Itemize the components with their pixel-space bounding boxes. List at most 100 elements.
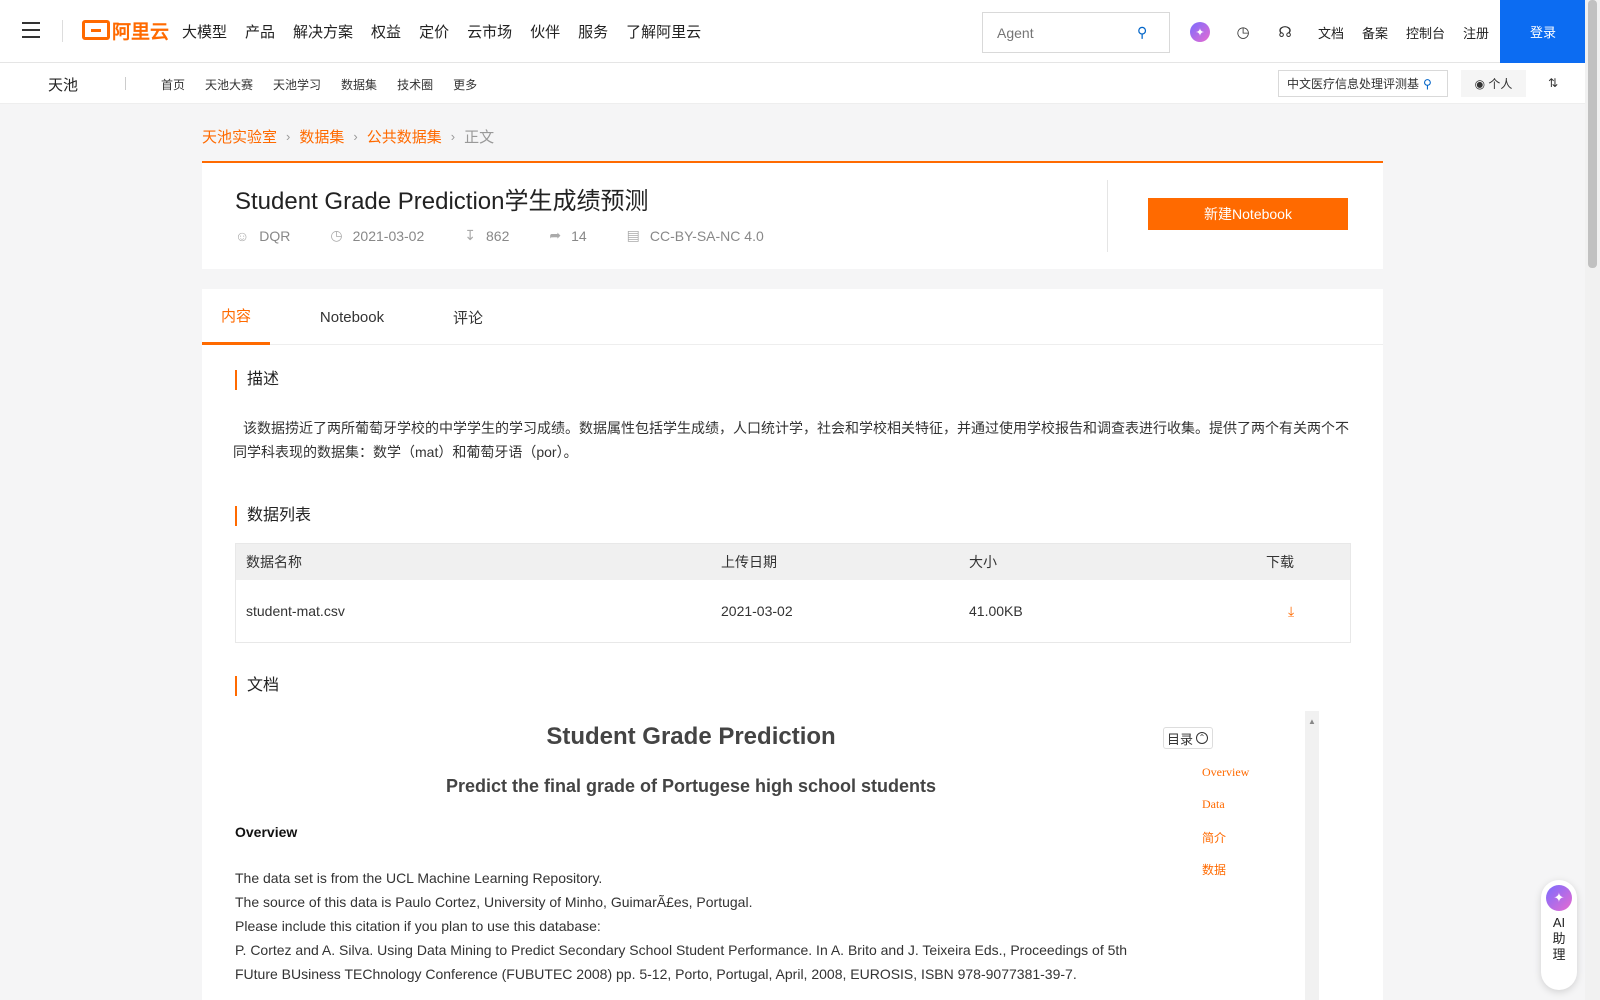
sub-link-tech-circle[interactable]: 技术圈 bbox=[397, 76, 433, 93]
sub-search-box: ⚲ bbox=[1278, 70, 1448, 97]
agent-search-input[interactable] bbox=[997, 24, 1137, 41]
ai-star-icon[interactable]: ✦ bbox=[1190, 22, 1210, 42]
table-header: 数据名称 上传日期 大小 下载 bbox=[236, 544, 1350, 580]
sub-link-learning[interactable]: 天池学习 bbox=[273, 76, 321, 93]
menu-item-about[interactable]: 了解阿里云 bbox=[626, 21, 701, 42]
doc-line: The source of this data is Paulo Cortez,… bbox=[235, 894, 753, 910]
share-count: 14 bbox=[571, 227, 587, 244]
toc-item-overview[interactable]: Overview bbox=[1202, 765, 1249, 797]
breadcrumb-public-datasets[interactable]: 公共数据集 bbox=[367, 126, 442, 147]
toc-item-intro[interactable]: 简介 bbox=[1202, 829, 1249, 861]
sub-link-datasets[interactable]: 数据集 bbox=[341, 76, 377, 93]
tab-content[interactable]: 内容 bbox=[202, 289, 270, 345]
toc-toggle-button[interactable]: 目录 ⌃ bbox=[1163, 727, 1214, 749]
ai-bot-icon: ✦ bbox=[1546, 885, 1572, 911]
col-header-size: 大小 bbox=[969, 554, 997, 570]
clock-icon: ◷ bbox=[330, 227, 343, 243]
doc-line: The data set is from the UCL Machine Lea… bbox=[235, 870, 603, 886]
sub-search-input[interactable] bbox=[1287, 76, 1419, 91]
divider bbox=[62, 20, 63, 42]
sub-link-more[interactable]: 更多 bbox=[453, 76, 477, 93]
file-name: student-mat.csv bbox=[246, 603, 345, 619]
doc-line: Please include this citation if you plan… bbox=[235, 918, 601, 934]
docs-link[interactable]: 文档 bbox=[1318, 23, 1344, 42]
tab-comments[interactable]: 评论 bbox=[434, 289, 502, 345]
author: DQR bbox=[259, 227, 291, 244]
sub-link-competitions[interactable]: 天池大赛 bbox=[205, 76, 253, 93]
menu-item-solutions[interactable]: 解决方案 bbox=[293, 21, 353, 42]
main-menu: 大模型 产品 解决方案 权益 定价 云市场 伙伴 服务 了解阿里云 bbox=[182, 21, 719, 42]
breadcrumb-datasets[interactable]: 数据集 bbox=[299, 126, 344, 147]
user-icon: ☺ bbox=[235, 227, 250, 244]
document-scrollbar[interactable]: ▲ bbox=[1305, 711, 1319, 1000]
sub-links: 首页 天池大赛 天池学习 数据集 技术圈 更多 bbox=[161, 76, 497, 93]
sub-navbar: 天池 首页 天池大赛 天池学习 数据集 技术圈 更多 ⚲ ◉ 个人 ⇅ bbox=[0, 63, 1585, 104]
dataset-meta: ☺ DQR ◷ 2021-03-02 ↧ 862 ➦ 14 ▤ CC-BY-SA-NC 4… bbox=[235, 227, 804, 244]
ai-assistant-button[interactable]: ✦ AI助理 bbox=[1541, 880, 1577, 990]
menu-item-pricing[interactable]: 定价 bbox=[419, 21, 449, 42]
logo-mark-icon bbox=[82, 20, 110, 40]
page-title: Student Grade Prediction学生成绩预测 bbox=[235, 188, 649, 215]
scrollbar-thumb[interactable] bbox=[1588, 0, 1597, 268]
console-link[interactable]: 控制台 bbox=[1406, 23, 1445, 42]
divider bbox=[125, 77, 126, 90]
doc-line: FUture BUsiness TEChnology Conference (F… bbox=[235, 966, 1077, 982]
main-content: 描述 该数据捞近了两所葡萄牙学校的中学学生的学习成绩。数据属性包括学生成绩，人口… bbox=[202, 345, 1383, 1000]
col-header-date: 上传日期 bbox=[721, 554, 777, 570]
section-title-data-list: 数据列表 bbox=[235, 506, 311, 526]
download-count: 862 bbox=[486, 227, 510, 244]
breadcrumb: 天池实验室 › 数据集 › 公共数据集 › 正文 bbox=[202, 126, 494, 147]
menu-item-benefits[interactable]: 权益 bbox=[371, 21, 401, 42]
top-links: 文档 备案 控制台 注册 bbox=[1318, 23, 1507, 42]
search-icon[interactable]: ⚲ bbox=[1423, 77, 1432, 91]
breadcrumb-lab[interactable]: 天池实验室 bbox=[202, 126, 277, 147]
toc-item-data[interactable]: Data bbox=[1202, 797, 1249, 829]
chevron-right-icon: › bbox=[450, 129, 456, 144]
table-of-contents: Overview Data 简介 数据 bbox=[1202, 765, 1249, 893]
page-scrollbar[interactable] bbox=[1585, 0, 1600, 1000]
menu-item-llm[interactable]: 大模型 bbox=[182, 21, 227, 42]
doc-heading: Overview bbox=[235, 824, 298, 840]
section-title-description: 描述 bbox=[235, 370, 279, 390]
menu-item-services[interactable]: 服务 bbox=[578, 21, 608, 42]
chevron-up-icon: ⌃ bbox=[1196, 732, 1209, 744]
upload-date: 2021-03-02 bbox=[721, 603, 793, 619]
toc-item-data-cn[interactable]: 数据 bbox=[1202, 861, 1249, 893]
section-title-docs: 文档 bbox=[235, 676, 279, 696]
share-icon: ➦ bbox=[549, 227, 562, 243]
top-icon-group: ✦ ◷ ☊ bbox=[1190, 22, 1318, 42]
col-header-name: 数据名称 bbox=[246, 554, 302, 570]
menu-item-products[interactable]: 产品 bbox=[245, 21, 275, 42]
download-icon[interactable]: ⤓ bbox=[1288, 603, 1294, 619]
dashboard-icon[interactable]: ◷ bbox=[1234, 23, 1252, 41]
tab-bar: 内容 Notebook 评论 bbox=[202, 289, 1383, 345]
switch-icon[interactable]: ⇅ bbox=[1548, 76, 1558, 90]
scroll-up-icon[interactable]: ▲ bbox=[1308, 717, 1316, 726]
doc-line: P. Cortez and A. Silva. Using Data Minin… bbox=[235, 942, 1128, 958]
search-icon[interactable]: ⚲ bbox=[1137, 24, 1147, 41]
icp-link[interactable]: 备案 bbox=[1362, 23, 1388, 42]
doc-body: The data set is from the UCL Machine Lea… bbox=[235, 866, 1135, 986]
sub-link-home[interactable]: 首页 bbox=[161, 76, 185, 93]
register-link[interactable]: 注册 bbox=[1463, 23, 1489, 42]
document-frame: Student Grade Prediction Predict the fin… bbox=[235, 711, 1338, 1000]
table-row: student-mat.csv 2021-03-02 41.00KB ⤓ bbox=[236, 580, 1350, 642]
doc-title: Student Grade Prediction bbox=[546, 723, 836, 750]
menu-item-marketplace[interactable]: 云市场 bbox=[467, 21, 512, 42]
tab-notebook[interactable]: Notebook bbox=[270, 289, 434, 345]
new-notebook-button[interactable]: 新建Notebook bbox=[1148, 198, 1348, 230]
headset-icon[interactable]: ☊ bbox=[1276, 23, 1294, 41]
doc-subtitle: Predict the final grade of Portugese hig… bbox=[445, 776, 937, 796]
download-count-icon: ↧ bbox=[464, 227, 476, 243]
login-button[interactable]: 登录 bbox=[1500, 0, 1586, 63]
chevron-right-icon: › bbox=[286, 129, 291, 144]
data-table: 数据名称 上传日期 大小 下载 student-mat.csv 2021-03-… bbox=[235, 543, 1351, 643]
aliyun-logo[interactable]: 阿里云 bbox=[82, 18, 169, 43]
tianchi-brand[interactable]: 天池 bbox=[48, 74, 78, 95]
license: CC-BY-SA-NC 4.0 bbox=[649, 227, 764, 244]
menu-item-partners[interactable]: 伙伴 bbox=[530, 21, 560, 42]
divider bbox=[1107, 180, 1108, 252]
personal-button[interactable]: ◉ 个人 bbox=[1461, 70, 1526, 97]
menu-icon[interactable] bbox=[22, 22, 40, 38]
ai-assistant-label: AI助理 bbox=[1552, 915, 1566, 962]
